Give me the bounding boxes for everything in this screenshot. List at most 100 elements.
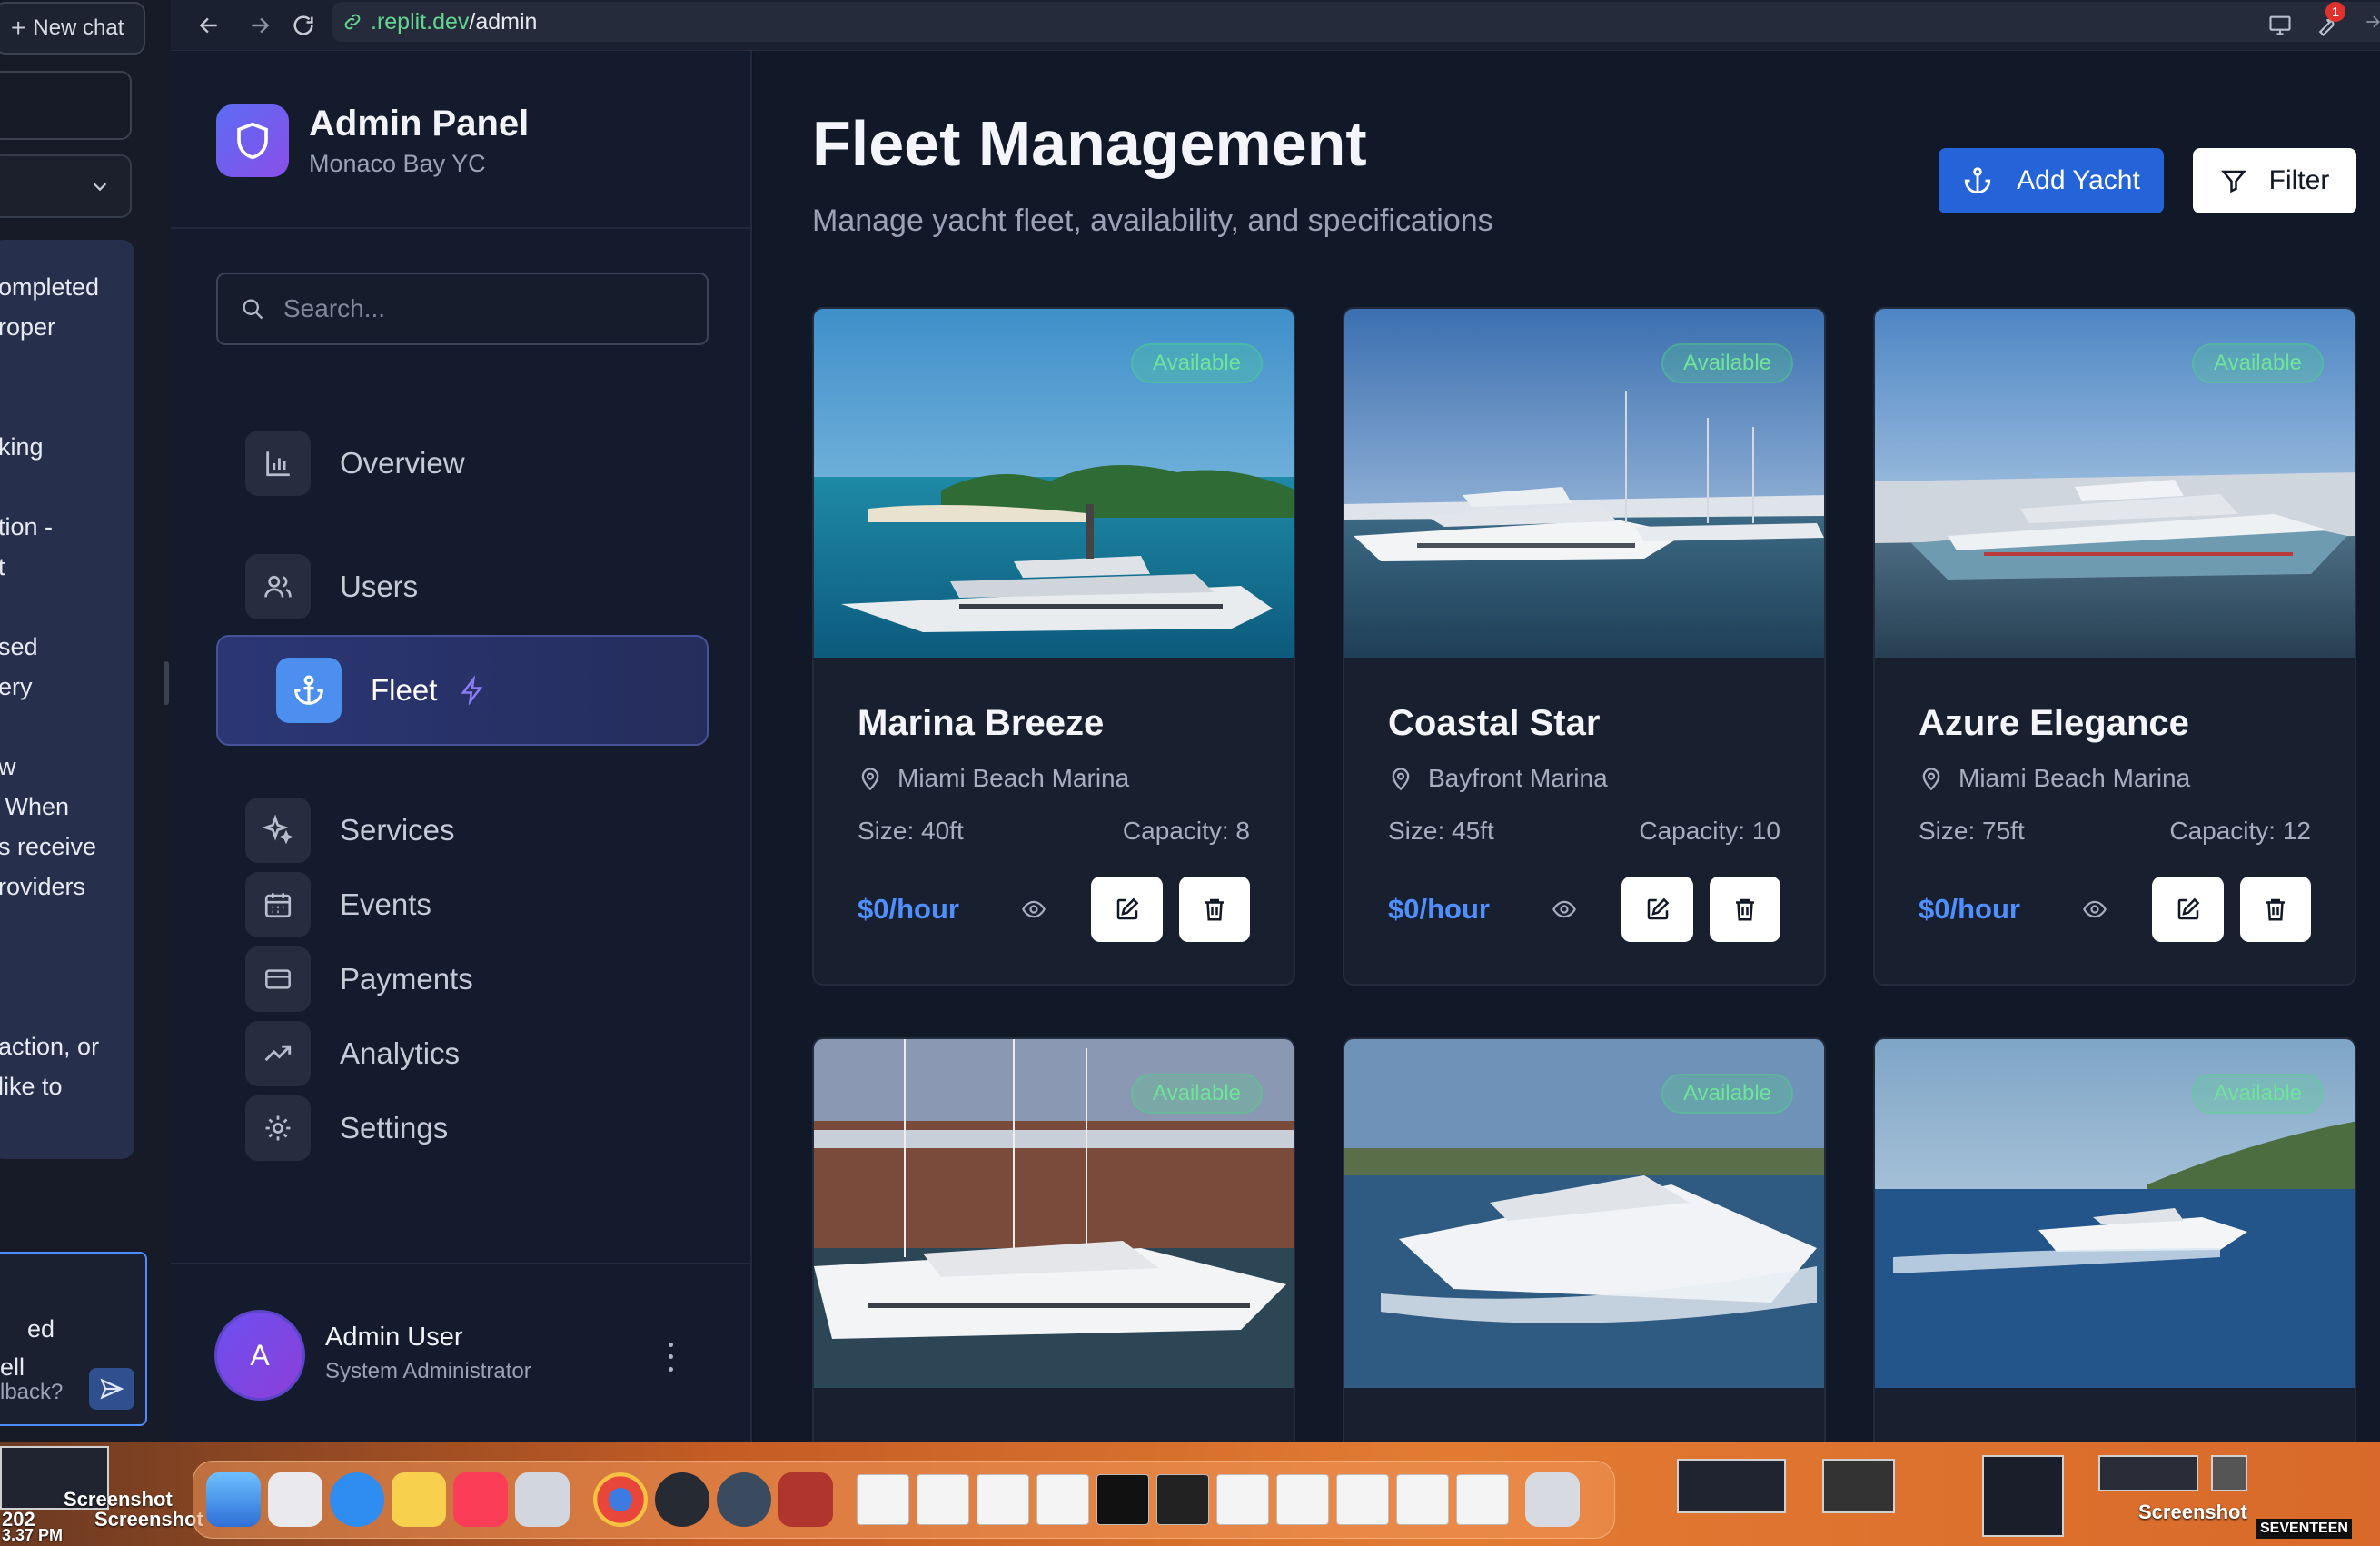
yacht-photo: Available (814, 309, 1294, 658)
yacht-location: Miami Beach Marina (897, 764, 1130, 792)
trending-up-icon (245, 1021, 311, 1086)
add-yacht-button[interactable]: Add Yacht (1939, 148, 2164, 213)
yacht-photo: Available (814, 1039, 1294, 1388)
divider (171, 1263, 750, 1264)
document-icon[interactable] (857, 1474, 909, 1525)
delete-button[interactable] (2239, 877, 2311, 942)
yacht-card[interactable]: Available (1343, 1037, 1826, 1442)
sidebar-item-payments[interactable]: Payments (245, 943, 709, 1016)
view-button[interactable] (1541, 885, 1588, 934)
send-icon (100, 1378, 124, 1400)
map-pin-icon (861, 768, 879, 791)
devices-button[interactable] (2262, 7, 2298, 44)
go-arrow-icon (2366, 15, 2380, 28)
chat-context-box[interactable] (0, 71, 132, 140)
yacht-name: Azure Elegance (1919, 703, 2189, 743)
map-pin-icon (1922, 768, 1940, 791)
sidebar-item-fleet[interactable]: Fleet (216, 635, 709, 746)
chat-model-select[interactable] (0, 154, 132, 218)
document-icon[interactable] (1276, 1474, 1329, 1525)
dictionary-icon[interactable] (778, 1472, 833, 1527)
arrow-left-icon (199, 17, 217, 34)
anchor-icon (276, 658, 342, 723)
view-button[interactable] (1010, 885, 1057, 934)
filter-icon (2220, 170, 2246, 193)
shield-logo-icon (216, 104, 289, 177)
chevron-down-icon (93, 183, 107, 192)
trash-icon (2266, 898, 2285, 921)
arrow-right-icon (252, 17, 270, 34)
yacht-name: Marina Breeze (858, 703, 1105, 743)
more-options-icon[interactable] (659, 1339, 681, 1375)
desktop-thumbnail[interactable] (1982, 1455, 2064, 1537)
forward-button[interactable] (242, 7, 278, 44)
document-icon[interactable] (1096, 1474, 1149, 1525)
edit-button[interactable] (1091, 877, 1163, 942)
quicktime-icon[interactable] (717, 1472, 771, 1527)
document-icon[interactable] (917, 1474, 969, 1525)
view-button[interactable] (2071, 885, 2118, 934)
yacht-card[interactable]: Available Coastal Star Bayfront Marina S… (1343, 307, 1826, 986)
document-icon[interactable] (1396, 1474, 1449, 1525)
notes-icon[interactable] (392, 1472, 446, 1527)
sidebar-item-events[interactable]: Events (245, 868, 709, 941)
sidebar-item-services[interactable]: Services (245, 794, 709, 867)
music-icon[interactable] (453, 1472, 508, 1527)
tools-button[interactable]: 1 (2307, 2, 2345, 44)
clock-icon[interactable] (655, 1472, 709, 1527)
sidebar-item-label: Users (340, 570, 419, 603)
document-icon[interactable] (977, 1474, 1029, 1525)
sidebar-item-analytics[interactable]: Analytics (245, 1017, 709, 1090)
edit-button[interactable] (2152, 877, 2224, 942)
url-host: .replit.dev (371, 8, 470, 35)
sidebar-item-overview[interactable]: Overview (245, 427, 709, 500)
sidebar-item-users[interactable]: Users (245, 550, 709, 623)
desktop-thumbnail[interactable] (2098, 1455, 2198, 1491)
document-icon[interactable] (1216, 1474, 1269, 1525)
launchpad-icon[interactable] (268, 1472, 322, 1527)
yacht-location: Bayfront Marina (1428, 764, 1608, 792)
document-icon[interactable] (1156, 1474, 1209, 1525)
avatar[interactable]: A (214, 1310, 305, 1401)
trash-icon (1735, 898, 1754, 921)
sidebar-item-settings[interactable]: Settings (245, 1092, 709, 1164)
safari-icon[interactable] (330, 1472, 384, 1527)
back-button[interactable] (191, 7, 227, 44)
panel-resize-handle[interactable] (164, 661, 169, 705)
reload-button[interactable] (285, 7, 322, 44)
trash-icon (1205, 898, 1224, 921)
credit-card-icon (245, 946, 311, 1012)
search-box[interactable] (216, 273, 709, 345)
finder-icon[interactable] (206, 1472, 261, 1527)
send-button[interactable] (89, 1368, 134, 1410)
yacht-card[interactable]: Available (812, 1037, 1295, 1442)
chat-message: ompleted roper king tion - t sed ery w W… (0, 240, 134, 1159)
sidebar-item-label: Overview (340, 446, 465, 480)
edit-button[interactable] (1621, 877, 1693, 942)
delete-button[interactable] (1178, 877, 1250, 942)
delete-button[interactable] (1709, 877, 1780, 942)
new-chat-button[interactable]: + New chat (0, 2, 145, 55)
divider (171, 227, 750, 229)
yacht-card[interactable]: Available Marina Breeze Miami Beach Mari… (812, 307, 1295, 986)
trash-icon[interactable] (1525, 1472, 1580, 1527)
yacht-card[interactable]: Available (1873, 1037, 2356, 1442)
document-icon[interactable] (1336, 1474, 1389, 1525)
macos-dock (193, 1461, 1615, 1539)
url-path: /admin (469, 8, 538, 35)
edit-icon (2177, 897, 2200, 920)
yacht-card[interactable]: Available Azure Elegance Miami Beach Mar… (1873, 307, 2356, 986)
desktop-thumbnail[interactable] (1822, 1459, 1895, 1513)
yacht-size: Size: 45ft (1388, 817, 1494, 845)
address-bar[interactable]: .replit.dev/admin (332, 2, 2380, 42)
filter-button[interactable]: Filter (2193, 148, 2356, 213)
document-icon[interactable] (1036, 1474, 1089, 1525)
user-name: Admin User (325, 1323, 463, 1352)
desktop-thumbnail[interactable] (1677, 1459, 1786, 1513)
desktop-thumbnail[interactable] (2211, 1455, 2247, 1491)
preview-icon[interactable] (515, 1472, 570, 1527)
search-input[interactable] (283, 294, 683, 323)
chrome-icon[interactable] (593, 1472, 648, 1527)
status-badge: Available (1131, 1074, 1263, 1114)
document-icon[interactable] (1456, 1474, 1509, 1525)
